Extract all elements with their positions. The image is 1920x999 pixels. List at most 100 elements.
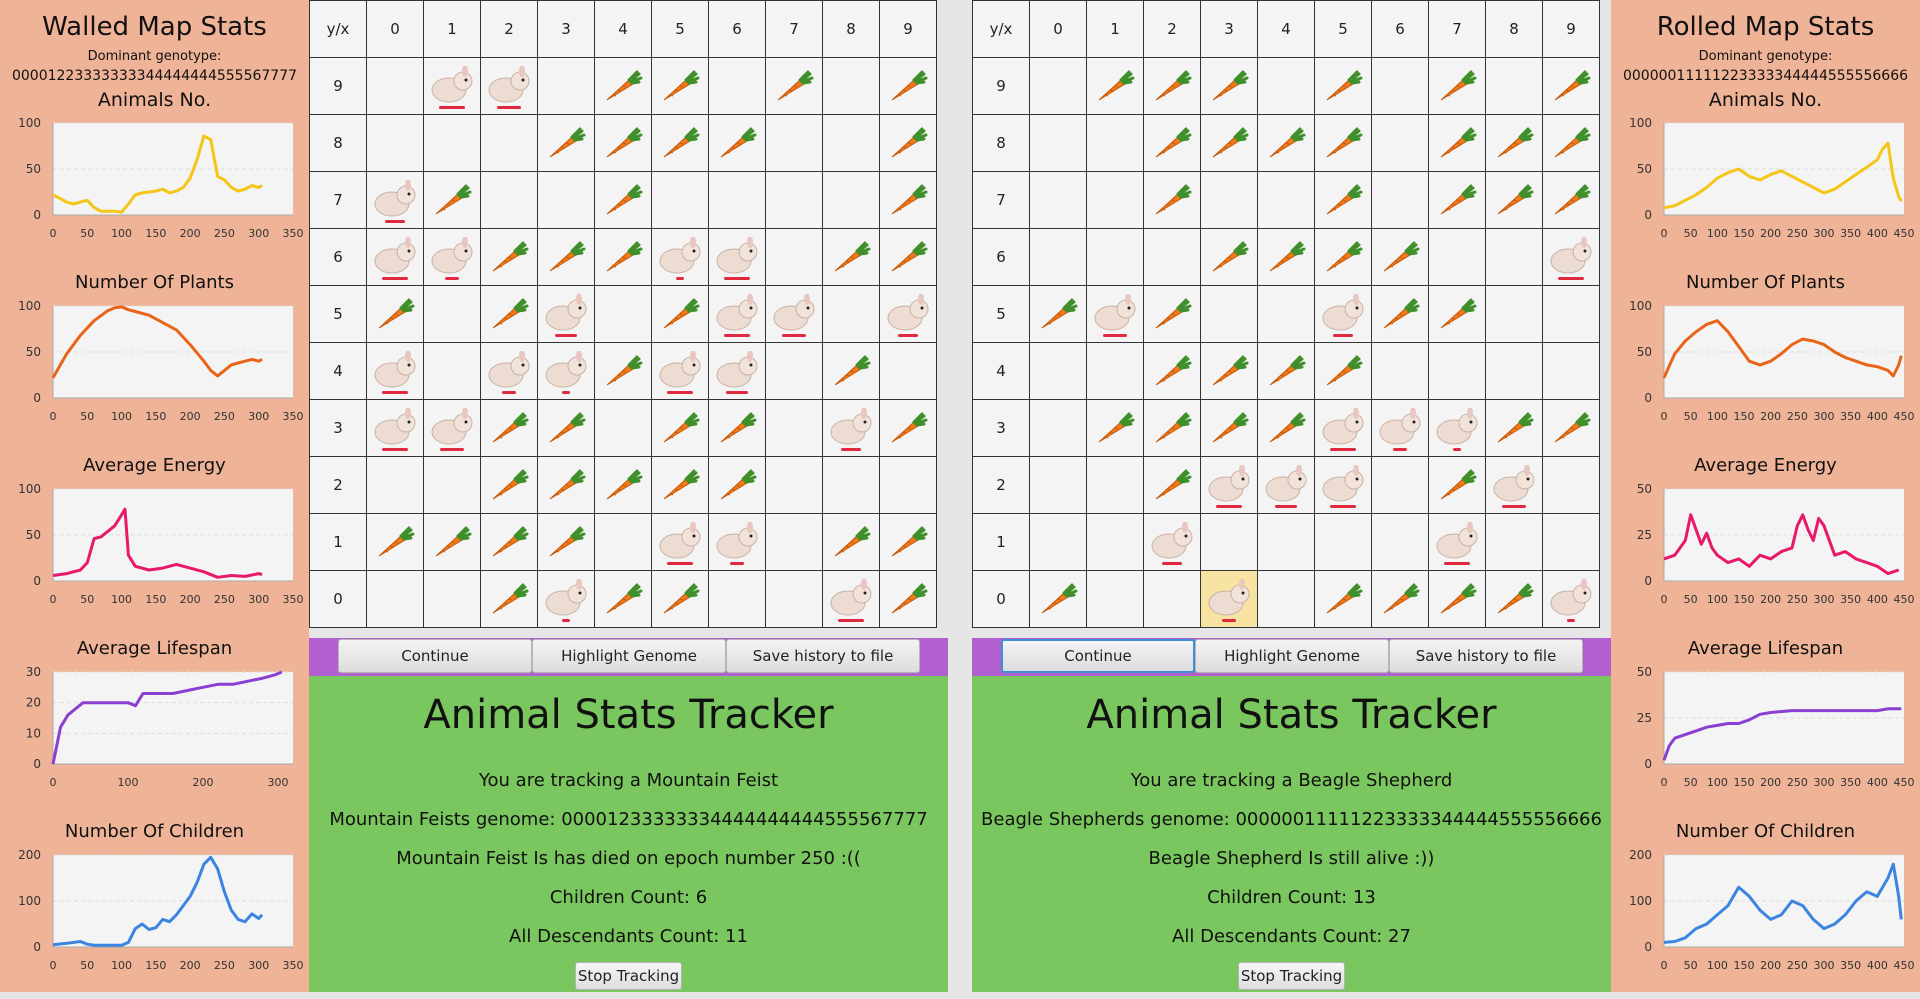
map-cell[interactable] xyxy=(822,399,880,457)
map-cell[interactable] xyxy=(423,228,481,286)
map-cell[interactable] xyxy=(708,228,766,286)
map-cell[interactable] xyxy=(1143,399,1201,457)
map-cell[interactable] xyxy=(366,57,424,115)
map-cell[interactable] xyxy=(1371,456,1429,514)
map-cell[interactable] xyxy=(423,513,481,571)
map-cell[interactable] xyxy=(423,114,481,172)
map-cell[interactable] xyxy=(1371,570,1429,628)
map-cell[interactable] xyxy=(1257,285,1315,343)
map-cell[interactable] xyxy=(1428,342,1486,400)
map-cell[interactable] xyxy=(1029,399,1087,457)
map-cell[interactable] xyxy=(1257,399,1315,457)
map-cell[interactable] xyxy=(1485,57,1543,115)
map-cell[interactable] xyxy=(1200,513,1258,571)
map-cell[interactable] xyxy=(1257,342,1315,400)
map-cell[interactable] xyxy=(1428,570,1486,628)
map-cell[interactable] xyxy=(879,228,937,286)
map-cell[interactable] xyxy=(822,228,880,286)
map-cell[interactable] xyxy=(366,570,424,628)
map-cell[interactable] xyxy=(765,285,823,343)
map-cell[interactable] xyxy=(423,570,481,628)
map-cell[interactable] xyxy=(537,513,595,571)
map-cell[interactable] xyxy=(366,171,424,229)
map-cell[interactable] xyxy=(1485,456,1543,514)
map-cell[interactable] xyxy=(366,456,424,514)
map-cell[interactable] xyxy=(1371,342,1429,400)
map-cell[interactable] xyxy=(1371,57,1429,115)
map-cell[interactable] xyxy=(594,228,652,286)
map-cell[interactable] xyxy=(1314,513,1372,571)
map-cell[interactable] xyxy=(1257,171,1315,229)
map-cell[interactable] xyxy=(879,171,937,229)
map-cell[interactable] xyxy=(708,570,766,628)
map-cell[interactable] xyxy=(1143,114,1201,172)
map-cell[interactable] xyxy=(1371,228,1429,286)
map-cell[interactable] xyxy=(651,57,709,115)
map-cell[interactable] xyxy=(537,399,595,457)
map-cell[interactable] xyxy=(1257,513,1315,571)
continue-button[interactable]: Continue xyxy=(1001,639,1195,673)
map-cell[interactable] xyxy=(1314,570,1372,628)
map-cell[interactable] xyxy=(1542,285,1600,343)
map-cell[interactable] xyxy=(1485,399,1543,457)
map-cell[interactable] xyxy=(1143,570,1201,628)
highlight-genome-button[interactable]: Highlight Genome xyxy=(1195,639,1389,673)
map-cell[interactable] xyxy=(537,114,595,172)
map-cell[interactable] xyxy=(879,285,937,343)
map-cell[interactable] xyxy=(1086,57,1144,115)
map-cell[interactable] xyxy=(879,399,937,457)
map-cell[interactable] xyxy=(480,513,538,571)
map-cell[interactable] xyxy=(480,399,538,457)
map-cell[interactable] xyxy=(423,342,481,400)
map-cell[interactable] xyxy=(1542,228,1600,286)
map-cell[interactable] xyxy=(765,570,823,628)
map-cell[interactable] xyxy=(423,456,481,514)
map-cell[interactable] xyxy=(1200,228,1258,286)
map-cell[interactable] xyxy=(651,513,709,571)
map-cell[interactable] xyxy=(708,171,766,229)
map-cell[interactable] xyxy=(708,456,766,514)
map-cell[interactable] xyxy=(1257,456,1315,514)
map-cell[interactable] xyxy=(537,342,595,400)
stop-tracking-button[interactable]: Stop Tracking xyxy=(575,962,682,990)
map-cell[interactable] xyxy=(1542,114,1600,172)
map-cell[interactable] xyxy=(765,228,823,286)
save-history-button[interactable]: Save history to file xyxy=(1389,639,1583,673)
map-cell[interactable] xyxy=(366,114,424,172)
map-cell[interactable] xyxy=(1314,171,1372,229)
map-cell[interactable] xyxy=(1086,228,1144,286)
map-cell[interactable] xyxy=(480,285,538,343)
map-cell[interactable] xyxy=(1314,399,1372,457)
map-cell[interactable] xyxy=(1029,456,1087,514)
map-cell[interactable] xyxy=(1086,399,1144,457)
map-cell[interactable] xyxy=(651,456,709,514)
map-cell[interactable] xyxy=(1200,57,1258,115)
map-cell[interactable] xyxy=(537,171,595,229)
map-cell[interactable] xyxy=(879,57,937,115)
map-cell[interactable] xyxy=(1143,57,1201,115)
map-cell[interactable] xyxy=(765,171,823,229)
map-cell[interactable] xyxy=(480,570,538,628)
map-cell[interactable] xyxy=(366,228,424,286)
map-cell[interactable] xyxy=(1257,228,1315,286)
map-cell[interactable] xyxy=(594,513,652,571)
map-cell[interactable] xyxy=(1029,57,1087,115)
map-cell[interactable] xyxy=(480,456,538,514)
map-cell[interactable] xyxy=(594,399,652,457)
map-cell[interactable] xyxy=(1200,456,1258,514)
map-cell[interactable] xyxy=(1086,570,1144,628)
map-cell[interactable] xyxy=(1542,342,1600,400)
map-cell[interactable] xyxy=(1371,285,1429,343)
map-cell[interactable] xyxy=(879,513,937,571)
map-cell[interactable] xyxy=(480,171,538,229)
map-cell[interactable] xyxy=(822,342,880,400)
map-cell[interactable] xyxy=(1200,171,1258,229)
map-cell[interactable] xyxy=(651,228,709,286)
map-cell[interactable] xyxy=(1086,513,1144,571)
map-cell[interactable] xyxy=(708,399,766,457)
map-cell[interactable] xyxy=(1143,513,1201,571)
map-cell[interactable] xyxy=(423,285,481,343)
map-cell[interactable] xyxy=(765,57,823,115)
map-cell[interactable] xyxy=(651,171,709,229)
map-cell[interactable] xyxy=(366,342,424,400)
